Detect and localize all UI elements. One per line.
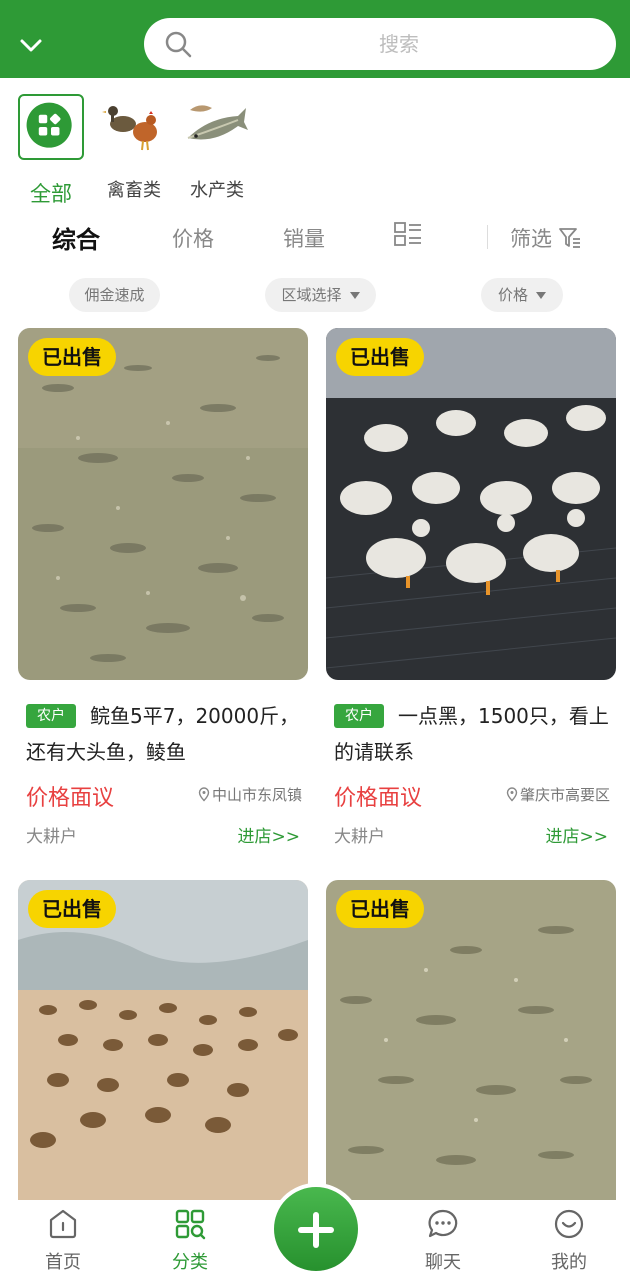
sold-badge: 已出售 xyxy=(28,890,116,928)
nav-label: 我的 xyxy=(551,1252,587,1273)
nav-label: 聊天 xyxy=(425,1252,461,1273)
product-image[interactable]: 已出售 xyxy=(326,880,616,1232)
caret-down-icon xyxy=(349,292,360,299)
nav-label: 分类 xyxy=(172,1252,208,1273)
nav-category[interactable]: 分类 xyxy=(145,1200,235,1280)
category-label: 水产类 xyxy=(190,180,244,201)
fish-pond-image xyxy=(18,328,308,680)
location-text: 中山市东凤镇 xyxy=(211,786,302,804)
fish-image xyxy=(187,105,248,140)
tab-filter[interactable]: 筛选 xyxy=(510,223,552,253)
search-input[interactable] xyxy=(204,18,594,70)
poultry-image xyxy=(102,106,157,151)
home-icon xyxy=(49,1209,77,1239)
category-grid-icon xyxy=(175,1209,206,1240)
chip-region[interactable]: 区域选择 xyxy=(265,278,376,312)
tab-sales[interactable]: 销量 xyxy=(283,223,325,253)
location-pin-icon xyxy=(198,787,210,802)
chip-label: 价格 xyxy=(497,286,528,304)
tab-price[interactable]: 价格 xyxy=(172,223,214,253)
nav-label: 首页 xyxy=(45,1252,81,1273)
grid-icon xyxy=(18,94,84,160)
ducks-image xyxy=(326,328,616,680)
filter-label: 筛选 xyxy=(510,227,552,251)
location-text: 肇庆市高要区 xyxy=(519,786,610,804)
chip-label: 佣金速成 xyxy=(84,286,145,304)
category-poultry[interactable]: 禽畜类 xyxy=(89,90,179,210)
chip-commission[interactable]: 佣金速成 xyxy=(69,278,160,312)
list-grid-toggle-icon[interactable] xyxy=(393,221,423,249)
search-icon xyxy=(165,31,192,58)
product-location: 中山市东凤镇 xyxy=(198,784,302,805)
category-label: 禽畜类 xyxy=(107,180,161,201)
product-price: 价格面议 xyxy=(334,786,423,811)
sold-badge: 已出售 xyxy=(28,338,116,376)
sold-badge: 已出售 xyxy=(336,890,424,928)
nav-chat[interactable]: 聊天 xyxy=(398,1200,488,1280)
tab-divider xyxy=(487,225,488,249)
seller-name: 大耕户 xyxy=(26,827,77,847)
chip-label: 区域选择 xyxy=(281,286,342,304)
product-title: 农户 一点黑，1500只，看上的请联系 xyxy=(334,698,610,770)
product-location: 肇庆市高要区 xyxy=(506,784,610,805)
ducks-field-image xyxy=(18,880,308,1232)
caret-down-icon xyxy=(536,292,546,299)
product-title: 农户 鲩鱼5平7，20000斤，还有大头鱼，鲮鱼 xyxy=(26,698,302,770)
product-image[interactable]: 已出售 xyxy=(326,328,616,680)
category-strip: 全部 禽畜类 水产类 xyxy=(0,90,630,210)
filter-icon[interactable] xyxy=(558,226,582,250)
fish-pond-image xyxy=(326,880,616,1232)
enter-shop-link[interactable]: 进店>> xyxy=(546,822,609,847)
location-pin-icon xyxy=(506,787,518,802)
chevron-down-icon[interactable] xyxy=(18,32,44,58)
search-bar[interactable] xyxy=(144,18,616,70)
profile-smile-icon xyxy=(554,1209,584,1239)
tab-comprehensive[interactable]: 综合 xyxy=(52,220,100,255)
product-image[interactable]: 已出售 xyxy=(18,880,308,1232)
chip-price[interactable]: 价格 xyxy=(481,278,563,312)
nav-mine[interactable]: 我的 xyxy=(524,1200,614,1280)
product-price: 价格面议 xyxy=(26,786,115,811)
nav-home[interactable]: 首页 xyxy=(18,1200,108,1280)
farmer-tag: 农户 xyxy=(26,704,76,728)
category-all[interactable]: 全部 xyxy=(6,90,96,210)
sort-tabs: 综合 价格 销量 筛选 xyxy=(0,215,630,263)
chat-bubble-icon xyxy=(428,1209,458,1238)
category-label: 全部 xyxy=(30,182,72,206)
top-bar xyxy=(0,0,630,78)
enter-shop-link[interactable]: 进店>> xyxy=(238,822,301,847)
sold-badge: 已出售 xyxy=(336,338,424,376)
farmer-tag: 农户 xyxy=(334,704,384,728)
seller-name: 大耕户 xyxy=(334,827,385,847)
category-aquatic[interactable]: 水产类 xyxy=(172,90,262,210)
product-image[interactable]: 已出售 xyxy=(18,328,308,680)
publish-add-button[interactable] xyxy=(270,1183,362,1275)
